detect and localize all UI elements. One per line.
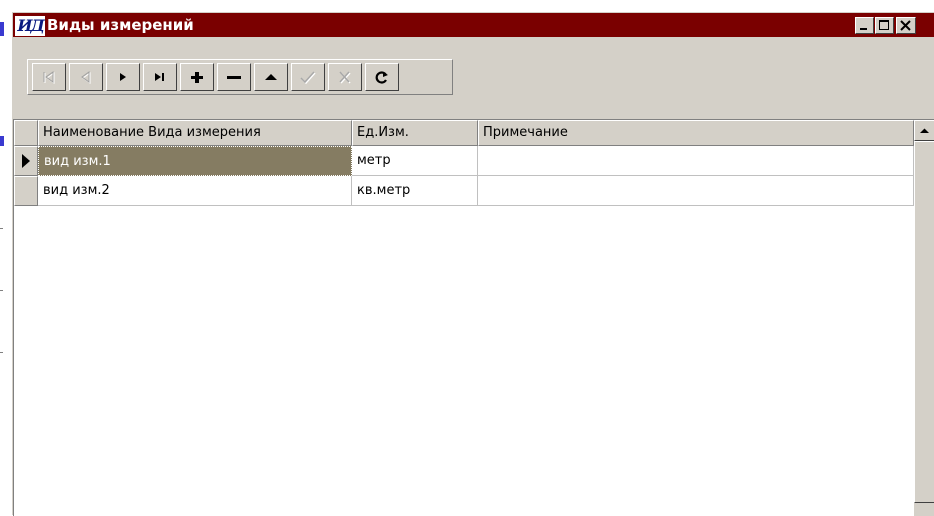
background-mark — [0, 136, 4, 146]
next-record-button[interactable] — [106, 63, 140, 91]
table-cell-unit[interactable]: кв.метр — [352, 176, 478, 206]
first-record-icon — [43, 71, 55, 84]
header-indicator-corner — [14, 120, 38, 146]
row-indicator[interactable] — [14, 146, 38, 176]
background-tick — [0, 290, 3, 291]
background-tick — [0, 352, 3, 353]
table-cell-name[interactable]: вид изм.2 — [38, 176, 352, 206]
refresh-icon — [375, 71, 388, 84]
arrow-up-icon — [920, 128, 929, 133]
edit-record-icon — [265, 74, 277, 80]
row-indicator[interactable] — [14, 176, 38, 206]
background-tick — [0, 228, 3, 229]
current-row-arrow-icon — [22, 154, 30, 168]
cancel-record-icon — [339, 71, 351, 84]
scroll-thumb[interactable] — [914, 141, 934, 503]
table-cell-name[interactable]: вид изм.1 — [38, 146, 352, 176]
insert-record-icon — [191, 72, 203, 83]
scroll-up-button[interactable] — [914, 120, 934, 141]
prior-record-icon — [81, 71, 91, 84]
edit-record-button[interactable] — [254, 63, 288, 91]
column-header-unit[interactable]: Ед.Изм. — [352, 120, 478, 146]
window-title: Виды измерений — [47, 16, 194, 34]
delete-record-icon — [227, 76, 241, 79]
table-cell-unit[interactable]: метр — [352, 146, 478, 176]
next-record-icon — [120, 73, 126, 81]
background-window-edge — [0, 0, 12, 515]
maximize-icon — [879, 20, 889, 30]
last-record-button[interactable] — [143, 63, 177, 91]
background-mark — [0, 22, 4, 36]
post-record-icon — [300, 71, 316, 85]
vertical-scrollbar[interactable] — [914, 120, 934, 516]
close-icon — [900, 20, 911, 31]
last-record-icon — [155, 73, 164, 81]
post-record-button[interactable] — [291, 63, 325, 91]
measurement-types-window: ИД Виды измерений Наименование Вида изме… — [12, 12, 934, 516]
column-header-note[interactable]: Примечание — [478, 120, 914, 146]
delete-record-button[interactable] — [217, 63, 251, 91]
title-bar[interactable]: ИД Виды измерений — [13, 13, 934, 37]
app-icon[interactable]: ИД — [15, 16, 45, 36]
insert-record-button[interactable] — [180, 63, 214, 91]
db-navigator — [27, 59, 453, 95]
refresh-button[interactable] — [365, 63, 399, 91]
minimize-button[interactable] — [855, 17, 874, 34]
table-cell-note[interactable] — [478, 176, 914, 206]
data-grid[interactable]: Наименование Вида измерения Ед.Изм. Прим… — [13, 119, 934, 516]
minimize-icon — [860, 28, 867, 30]
table-cell-note[interactable] — [478, 146, 914, 176]
maximize-button[interactable] — [875, 17, 894, 34]
column-header-name[interactable]: Наименование Вида измерения — [38, 120, 352, 146]
first-record-button[interactable] — [32, 63, 66, 91]
cancel-record-button[interactable] — [328, 63, 362, 91]
close-button[interactable] — [896, 17, 916, 34]
prior-record-button[interactable] — [69, 63, 103, 91]
